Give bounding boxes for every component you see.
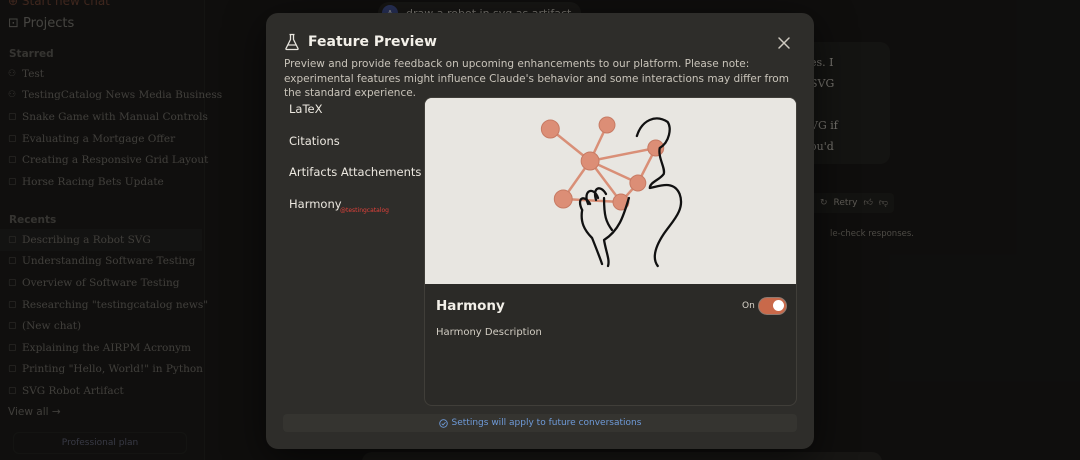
feature-item-latex[interactable]: LaTeX (275, 95, 415, 123)
feature-label: LaTeX (289, 102, 323, 116)
close-icon[interactable] (776, 35, 792, 51)
feature-item-artifacts-attachements[interactable]: Artifacts Attachements (275, 158, 421, 186)
feature-detail-description: Harmony Description (436, 327, 542, 338)
toggle-label: On (742, 301, 755, 311)
harmony-toggle[interactable] (758, 297, 787, 315)
feature-list: LaTeX Citations Artifacts Attachements H… (275, 95, 421, 221)
feature-preview-modal: Feature Preview Preview and provide feed… (266, 13, 814, 449)
toggle-knob (773, 300, 784, 311)
harmony-illustration (425, 98, 796, 284)
feature-label: Artifacts Attachements (289, 165, 422, 179)
modal-description: Preview and provide feedback on upcoming… (284, 58, 789, 99)
check-circle-icon (438, 418, 448, 428)
watermark: @testingcatalog (340, 206, 389, 214)
modal-title: Feature Preview (308, 34, 437, 50)
footer-text: Settings will apply to future conversati… (451, 418, 642, 428)
flask-icon (285, 33, 299, 51)
feature-item-citations[interactable]: Citations (275, 127, 415, 155)
feature-detail-name: Harmony (436, 298, 505, 314)
feature-label: Harmony (289, 196, 342, 211)
settings-footer-note: Settings will apply to future conversati… (283, 414, 797, 432)
modal-header: Feature Preview (284, 33, 437, 51)
feature-label: Citations (289, 133, 340, 148)
feature-detail-card: Harmony On Harmony Description (424, 97, 797, 406)
feature-item-harmony[interactable]: Harmony @testingcatalog (275, 190, 415, 218)
